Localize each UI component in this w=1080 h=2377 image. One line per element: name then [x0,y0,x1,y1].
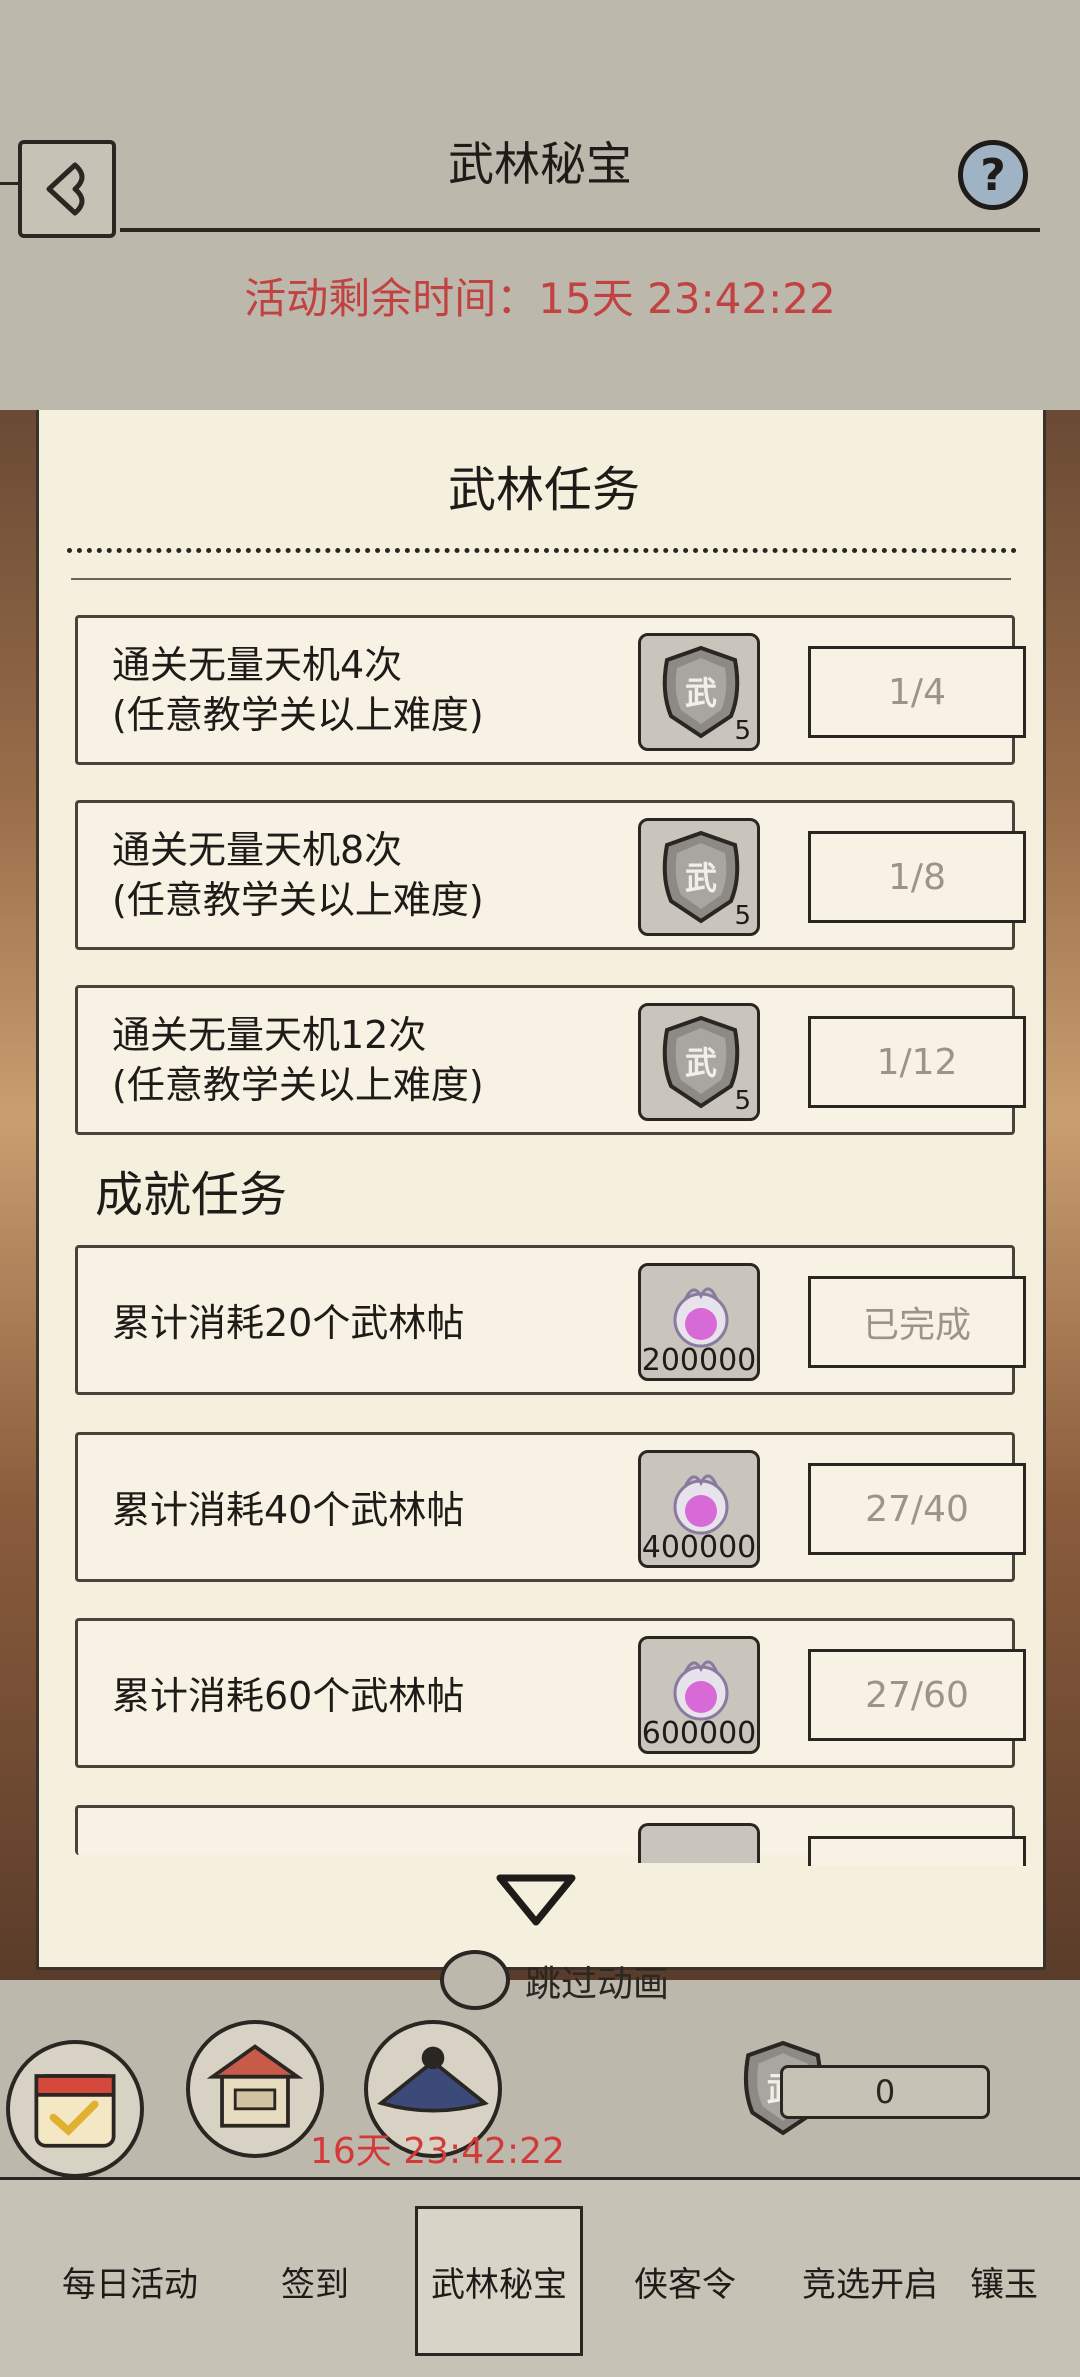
reward-count: 400000 [641,1530,757,1565]
tab-hero-order[interactable]: 侠客令 [600,2206,770,2356]
task-progress: 1/8 [808,831,1026,923]
panel-title: 武林任务 [447,462,640,518]
reward-count: 200000 [641,1343,757,1378]
tab-daily-activity[interactable]: 每日活动 [20,2206,240,2356]
tab-sign-in[interactable]: 签到 [240,2206,390,2356]
page-title: 武林秘宝 [448,137,632,191]
reward-count: 5 [734,901,751,931]
reward-slot[interactable]: 武 5 [638,633,760,751]
wu-shield-token-icon: 武 [662,645,740,739]
shop-stall-icon[interactable] [186,2020,324,2158]
wulin-task-item: 通关无量天机4次 (任意教学关以上难度) 武 5 1/4 [75,615,1026,765]
task-line2: (任意教学关以上难度) [112,878,484,922]
panel-divider-line [71,578,1011,580]
svg-text:武: 武 [685,1044,717,1082]
achievement-task-item: 累计消耗60个武林帖 600000 27/60 [75,1618,1026,1768]
reward-count: 5 [734,1086,751,1116]
panel-divider [67,548,1017,553]
bottom-tab-bar: 每日活动 签到 武林秘宝 侠客令 竞选开启 镶玉 [0,2177,1080,2377]
wu-shield-token-icon: 武 [662,830,740,924]
task-description: 累计消耗60个武林帖 [112,1674,465,1718]
daily-calendar-icon[interactable] [6,2040,144,2178]
task-description: 累计消耗20个武林帖 [112,1301,465,1345]
wulin-task-item: 通关无量天机8次 (任意教学关以上难度) 武 5 1/8 [75,800,1026,950]
svg-text:武: 武 [685,674,717,712]
task-line2: (任意教学关以上难度) [112,1063,484,1107]
task-progress: 27/60 [808,1649,1026,1741]
task-panel: 武林任务 通关无量天机4次 (任意教学关以上难度) 武 5 1/4 通关无量天机… [36,410,1046,1970]
wulin-task-item: 通关无量天机12次 (任意教学关以上难度) 武 5 1/12 [75,985,1026,1135]
svg-text:武: 武 [685,859,717,897]
achievement-task-item: 累计消耗40个武林帖 400000 27/40 [75,1432,1026,1582]
task-line2: (任意教学关以上难度) [112,693,484,737]
task-progress: 1/4 [808,646,1026,738]
skip-animation-toggle[interactable] [440,1950,510,2010]
wu-shield-token-icon: 武 [662,1015,740,1109]
activity-remaining-timer: 活动剩余时间：15天 23:42:22 [244,274,836,323]
task-description: 通关无量天机4次 (任意教学关以上难度) [112,640,484,740]
reward-slot [638,1823,760,1863]
task-line1: 通关无量天机8次 [112,828,403,872]
task-line1: 通关无量天机4次 [112,643,403,687]
achievement-section-title: 成就任务 [95,1167,288,1223]
tab-election-open[interactable]: 竞选开启 [780,2206,960,2356]
task-description: 通关无量天机12次 (任意教学关以上难度) [112,1010,484,1110]
task-description: 通关无量天机8次 (任意教学关以上难度) [112,825,484,925]
triangle-down-icon[interactable] [494,1872,578,1928]
tab-wulin-treasure[interactable]: 武林秘宝 [415,2206,583,2356]
reward-slot[interactable]: 600000 [638,1636,760,1754]
reward-slot[interactable]: 200000 [638,1263,760,1381]
task-description: 累计消耗40个武林帖 [112,1488,465,1532]
task-progress: 1/12 [808,1016,1026,1108]
reward-slot[interactable]: 武 5 [638,818,760,936]
header-bar [0,0,1080,410]
achievement-task-item-partial [75,1805,1026,1866]
help-button[interactable]: ? [958,140,1028,210]
achievement-task-item: 累计消耗20个武林帖 200000 已完成 [75,1245,1026,1395]
reward-count: 600000 [641,1716,757,1751]
skip-animation-label: 跳过动画 [525,1964,670,2005]
question-icon: ? [980,149,1006,201]
header-divider [120,228,1040,232]
event-countdown: 16天 23:42:22 [310,2131,565,2172]
reward-slot[interactable]: 武 5 [638,1003,760,1121]
reward-slot[interactable]: 400000 [638,1450,760,1568]
task-progress [808,1836,1026,1866]
task-progress: 已完成 [808,1276,1026,1368]
task-line1: 通关无量天机12次 [112,1013,427,1057]
tab-inlay-jade[interactable]: 镶玉 [970,2206,1070,2356]
reward-count: 5 [734,716,751,746]
token-balance: 0 [780,2065,990,2119]
task-progress: 27/40 [808,1463,1026,1555]
